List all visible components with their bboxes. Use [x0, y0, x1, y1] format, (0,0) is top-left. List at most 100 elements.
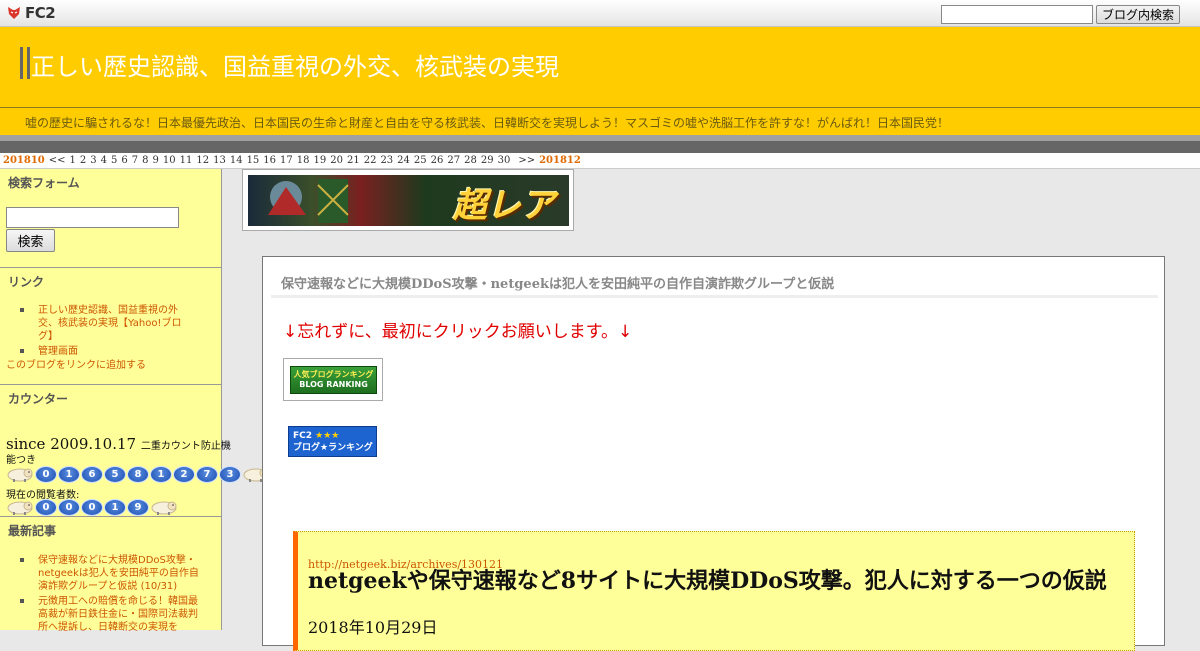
sidebar-search-input[interactable]: [6, 207, 179, 228]
article-title-divider: [271, 295, 1158, 298]
viewer-counter: 00019: [6, 498, 178, 516]
blog-header: 正しい歴史認識、国益重視の外交、核武装の実現 嘘の歴史に騙されるな！日本最優先政…: [0, 27, 1200, 135]
link-item-yahoo-blog[interactable]: 正しい歴史認識、国益重視の外交、核武装の実現【Yahoo!ブログ】: [20, 304, 190, 343]
click-request-message: ↓忘れずに、最初にクリックお願いします。↓: [283, 322, 633, 342]
counter-digit: 1: [150, 465, 172, 483]
calendar-day[interactable]: 25: [414, 155, 427, 166]
title-accent-bars: [20, 47, 30, 79]
quoted-article-date: 2018年10月29日: [308, 618, 438, 637]
calendar-day[interactable]: 12: [196, 155, 209, 166]
links-list: 正しい歴史認識、国益重視の外交、核武装の実現【Yahoo!ブログ】 管理画面: [20, 304, 190, 360]
counter-digit: 6: [81, 465, 103, 483]
counter-digit: 0: [81, 498, 103, 516]
blog-search-button[interactable]: ブログ内検索: [1096, 5, 1180, 24]
calendar-day[interactable]: 14: [230, 155, 243, 166]
fc2-ranking-brand: FC2: [293, 430, 313, 441]
counter-digit: 9: [127, 498, 149, 516]
calendar-bar: 201810 << 1 2 3 4 5 6 7 8 9 10 11 12 13 14 15 16 17 18 19 2…: [0, 153, 1200, 169]
calendar-day[interactable]: 10: [163, 155, 176, 166]
add-link-link[interactable]: このブログをリンクに追加する: [6, 356, 146, 371]
calendar-day[interactable]: 2: [80, 155, 86, 166]
blog-ranking-line1: 人気ブログランキング: [293, 370, 374, 379]
calendar-day[interactable]: 6: [121, 155, 127, 166]
counter-digit: 2: [173, 465, 195, 483]
blog-title[interactable]: 正しい歴史認識、国益重視の外交、核武装の実現: [31, 47, 559, 82]
calendar-day[interactable]: 27: [447, 155, 460, 166]
counter-since-note-2: 能つき: [6, 455, 36, 466]
counter-box: カウンター since 2009.10.17 二重カウント防止機 能つき 016…: [0, 385, 269, 517]
sheep-icon: [7, 501, 33, 515]
fc2-logo[interactable]: FC2: [6, 4, 56, 22]
counter-title: カウンター: [8, 392, 69, 406]
fc2-ranking-button[interactable]: FC2 ★★★ ブログ★ランキング: [288, 426, 377, 457]
recent-posts-box: 最新記事 保守速報などに大規模DDoS攻撃・netgeekは犯人を安田純平の自作…: [0, 517, 222, 633]
search-form-box: 検索フォーム 検索: [0, 169, 222, 268]
links-box: リンク 正しい歴史認識、国益重視の外交、核武装の実現【Yahoo!ブログ】 管理…: [0, 268, 222, 385]
fc2-fox-icon: [8, 7, 20, 19]
sheep-icon: [151, 501, 177, 515]
calendar-day[interactable]: 3: [90, 155, 96, 166]
article-title[interactable]: 保守速報などに大規模DDoS攻撃・netgeekは犯人を安田純平の自作自演詐欺グ…: [281, 273, 834, 292]
next-nav[interactable]: >>: [518, 155, 535, 166]
counter-digit: 0: [35, 465, 57, 483]
recent-post-item[interactable]: 元徴用工への賠償を命じる！韓国最高裁が新日鉄住金に・国際司法裁判所へ提訴し、日韓…: [20, 595, 200, 634]
links-title: リンク: [8, 275, 45, 289]
calendar-day[interactable]: 23: [380, 155, 393, 166]
blog-ranking-button[interactable]: 人気ブログランキング BLOG RANKING: [283, 358, 383, 401]
calendar-day[interactable]: 11: [180, 155, 193, 166]
counter-since: since 2009.10.17 二重カウント防止機: [6, 435, 231, 453]
calendar-day[interactable]: 15: [247, 155, 260, 166]
calendar-day[interactable]: 21: [347, 155, 360, 166]
fc2-toolbar: FC2 ブログ内検索: [0, 0, 1200, 27]
total-counter: 016581273: [6, 465, 270, 483]
calendar-day[interactable]: 16: [263, 155, 276, 166]
calendar-day[interactable]: 7: [132, 155, 138, 166]
counter-since-note: 二重カウント防止機: [140, 441, 231, 452]
blog-ranking-line2: BLOG RANKING: [299, 380, 368, 389]
calendar-day[interactable]: 9: [153, 155, 159, 166]
calendar-day[interactable]: 13: [213, 155, 226, 166]
calendar-day[interactable]: 29: [481, 155, 494, 166]
header-divider: [0, 107, 1200, 108]
calendar-day[interactable]: 5: [111, 155, 117, 166]
header-bottom-bar: [0, 135, 1200, 153]
calendar-day[interactable]: 8: [142, 155, 148, 166]
banner-text: 超レア: [453, 186, 555, 226]
blog-description: 嘘の歴史に騙されるな！日本最優先政治、日本国民の生命と財産と自由を守る核武装、日…: [25, 116, 950, 130]
counter-digit: 1: [58, 465, 80, 483]
calendar-day[interactable]: 17: [280, 155, 293, 166]
calendar-day[interactable]: 20: [330, 155, 343, 166]
calendar-day[interactable]: 24: [397, 155, 410, 166]
calendar-day[interactable]: 22: [364, 155, 377, 166]
calendar-day[interactable]: 18: [297, 155, 310, 166]
counter-digit: 0: [58, 498, 80, 516]
prev-month-link[interactable]: 201810: [3, 155, 45, 166]
counter-digit: 7: [196, 465, 218, 483]
quoted-article-title: netgeekや保守速報など8サイトに大規模DDoS攻撃。犯人に対する一つの仮説: [308, 568, 1107, 594]
counter-digit: 1: [104, 498, 126, 516]
article-entry: 保守速報などに大規模DDoS攻撃・netgeekは犯人を安田純平の自作自演詐欺グ…: [262, 256, 1165, 651]
calendar-day[interactable]: 26: [431, 155, 444, 166]
sidebar-search-button[interactable]: 検索: [6, 229, 55, 252]
calendar-day[interactable]: 28: [464, 155, 477, 166]
quoted-article: http://netgeek.biz/archives/130121 netge…: [293, 531, 1135, 651]
counter-digit: 8: [127, 465, 149, 483]
counter-digit: 0: [35, 498, 57, 516]
prev-nav[interactable]: <<: [49, 155, 66, 166]
calendar-day[interactable]: 1: [70, 155, 76, 166]
banner-character-icon: [268, 179, 349, 223]
recent-post-item[interactable]: 保守速報などに大規模DDoS攻撃・netgeekは犯人を安田純平の自作自演詐欺グ…: [20, 554, 200, 593]
next-month-link[interactable]: 201812: [539, 155, 581, 166]
fc2-ranking-line2: ブログ★ランキング: [293, 442, 373, 453]
calendar-day[interactable]: 19: [314, 155, 327, 166]
banner-image: 超レア: [248, 175, 569, 226]
counter-digit: 5: [104, 465, 126, 483]
calendar-day[interactable]: 4: [101, 155, 107, 166]
sheep-icon: [7, 468, 33, 482]
banner-ad[interactable]: 超レア: [242, 169, 574, 231]
blog-ranking-badge: 人気ブログランキング BLOG RANKING: [290, 366, 377, 394]
search-form-title: 検索フォーム: [8, 176, 80, 190]
calendar-day[interactable]: 30: [498, 155, 511, 166]
blog-search-input[interactable]: [941, 5, 1093, 24]
sidebar: 検索フォーム 検索 リンク 正しい歴史認識、国益重視の外交、核武装の実現【Yah…: [0, 169, 269, 633]
